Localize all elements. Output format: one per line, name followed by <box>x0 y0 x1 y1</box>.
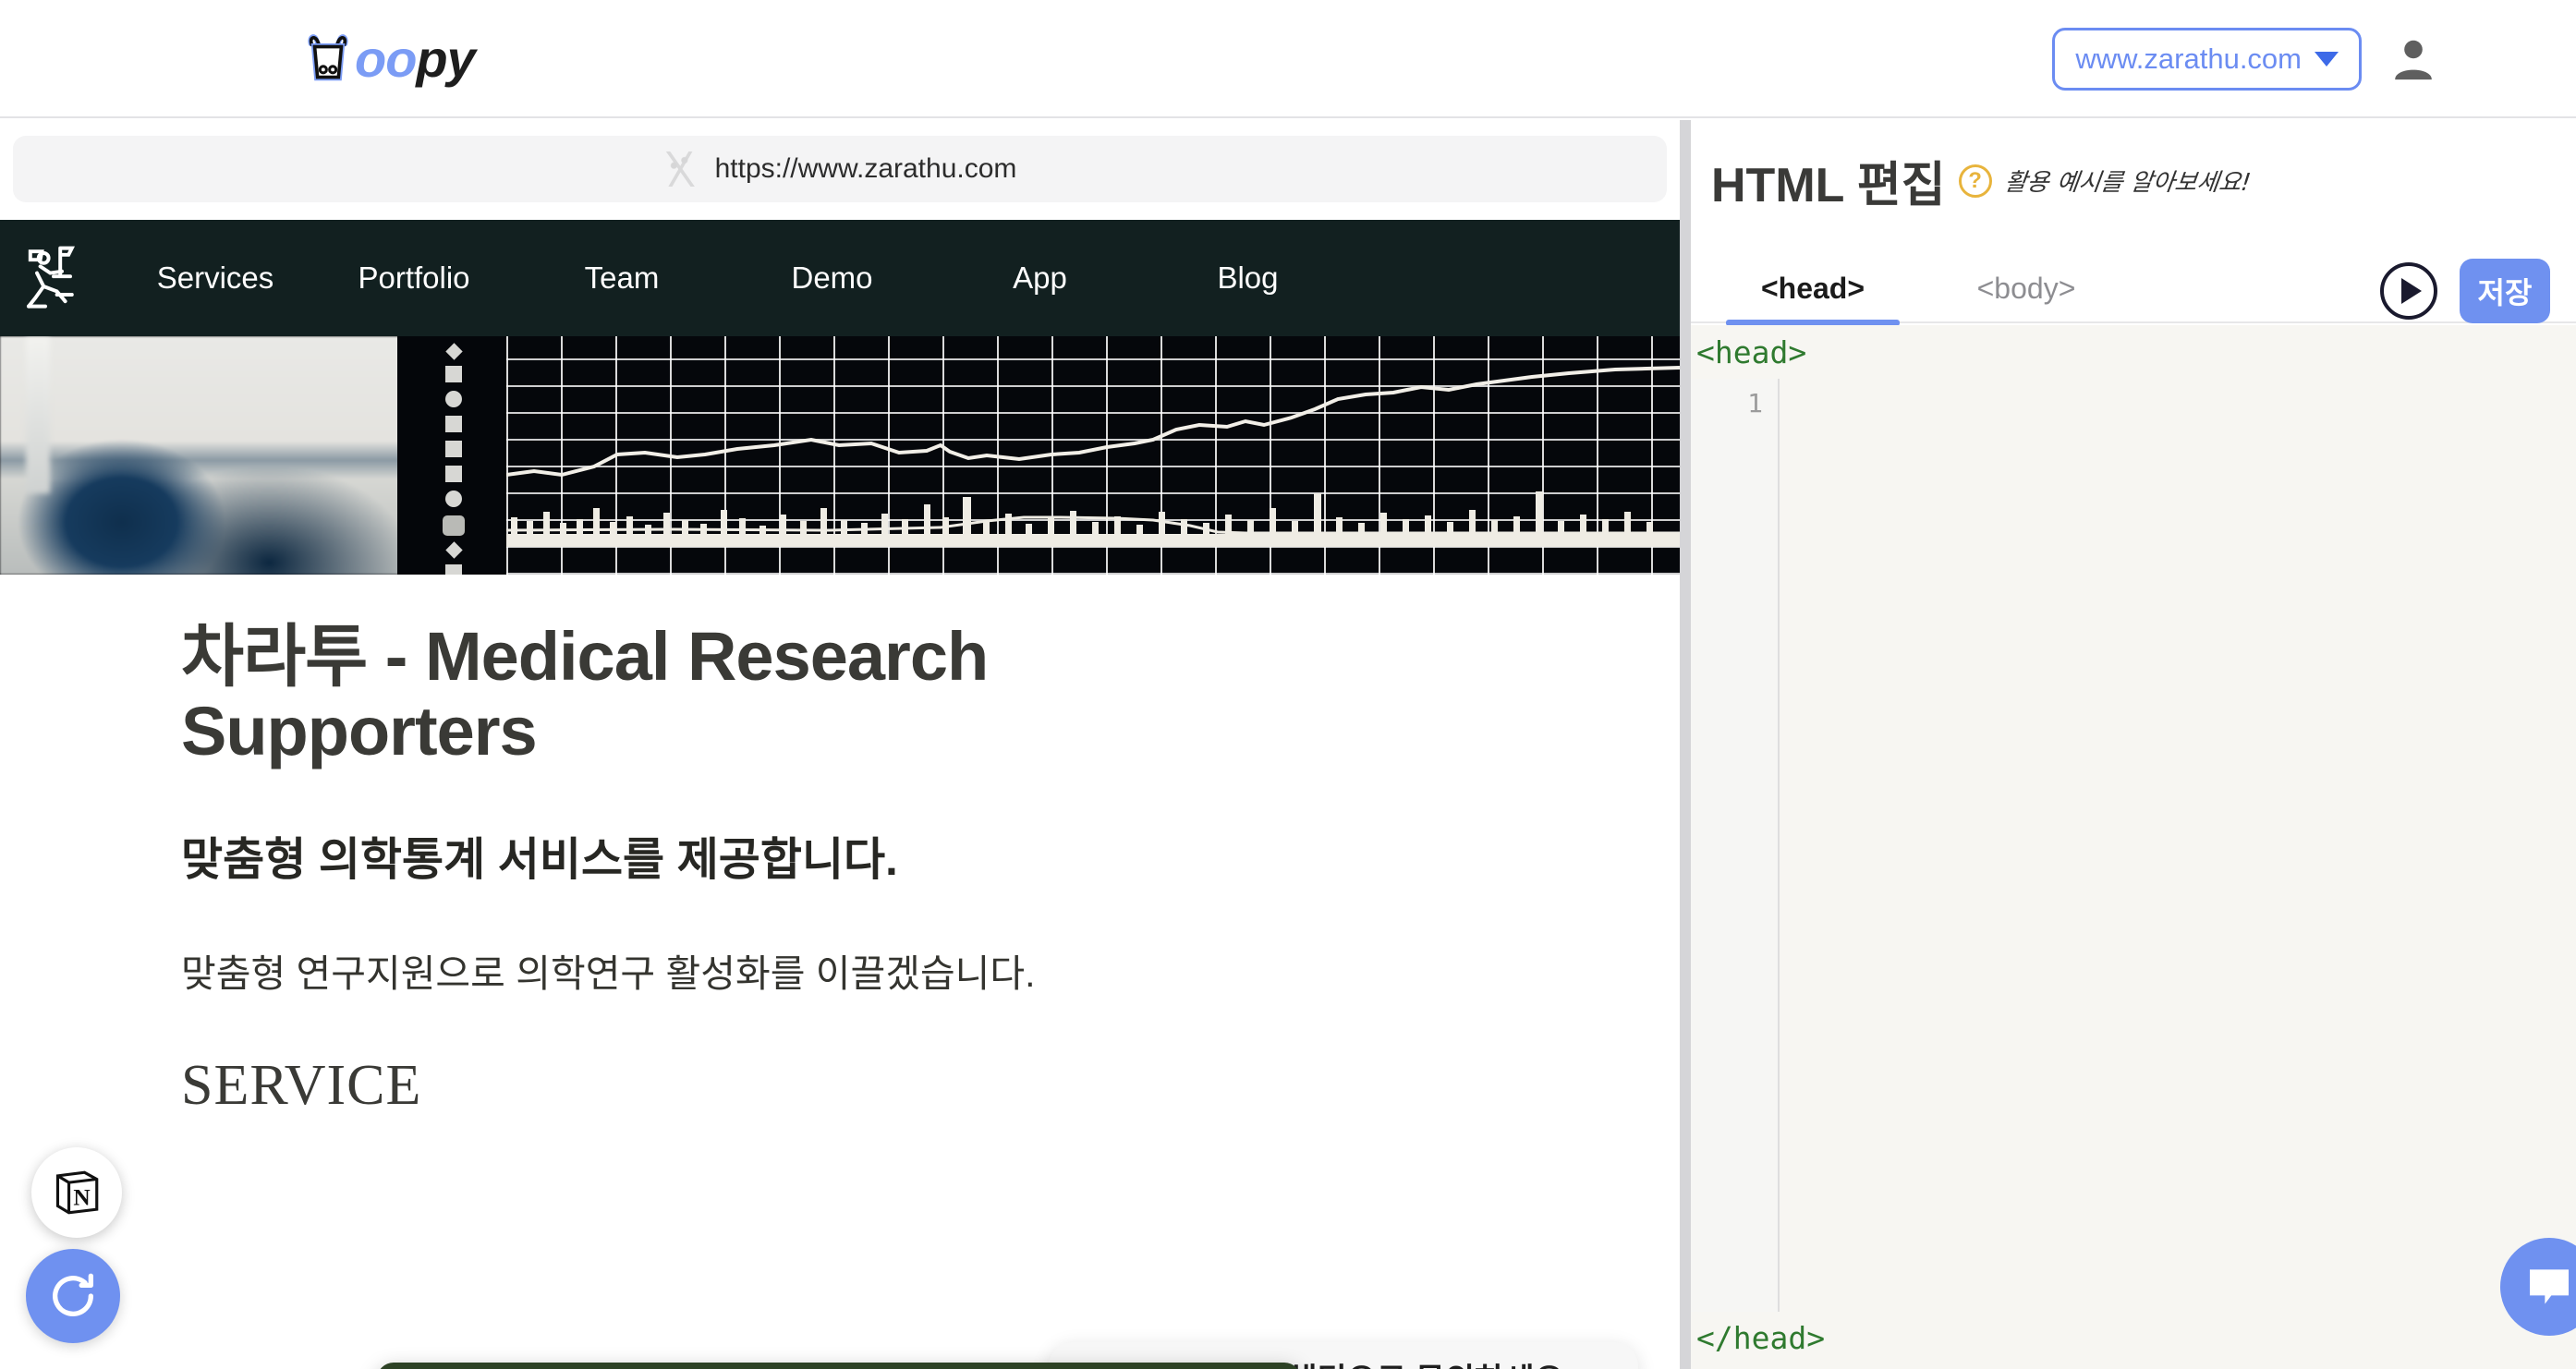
code-editor-area: <head> 1 </head> <box>1691 325 2576 1369</box>
magnet-tool-icon <box>445 416 462 432</box>
cow-head-icon <box>308 34 348 81</box>
page-paragraph: 맞춤형 연구지원으로 의학연구 활성화를 이끌겠습니다. <box>181 951 1036 995</box>
preview-url-bar[interactable]: https://www.zarathu.com <box>13 136 1667 202</box>
site-nav-portfolio[interactable]: Portfolio <box>312 260 516 296</box>
site-selector-dropdown[interactable]: www.zarathu.com <box>2052 28 2362 91</box>
hero-stock-chart <box>506 336 1680 575</box>
line-number-gutter: 1 <box>1691 379 1780 1312</box>
site-nav-app[interactable]: App <box>936 260 1144 296</box>
apply-research-support-button[interactable]: 연구지원 신청하기 <box>377 1363 1301 1369</box>
html-editor-panel: HTML 편집 ? 활용 예시를 알아보세요! <head> <body> 저장… <box>1691 120 2576 1369</box>
refresh-icon <box>53 1273 93 1316</box>
hide-tool-icon <box>443 515 465 536</box>
site-selector-value: www.zarathu.com <box>2075 42 2302 75</box>
site-navigation-bar: Services Portfolio Team Demo App Blog <box>0 220 1680 336</box>
site-nav-team[interactable]: Team <box>516 260 728 296</box>
code-open-tag: <head> <box>1696 334 1807 370</box>
help-question-icon[interactable]: ? <box>1958 164 1992 198</box>
page-subheading: 맞춤형 의학통계 서비스를 제공합니다. <box>181 834 898 885</box>
site-nav-services[interactable]: Services <box>118 260 312 296</box>
zoom-tool-icon <box>445 391 462 407</box>
notion-logo-icon: N <box>55 1170 99 1215</box>
service-section-title: SERVICE <box>181 1053 422 1117</box>
preview-main-content: 차라투 - Medical Research Supporters 맞춤형 의학… <box>0 575 1680 1119</box>
notion-floating-button[interactable]: N <box>31 1147 122 1238</box>
hero-banner-image <box>0 336 1680 575</box>
preview-url-text: https://www.zarathu.com <box>714 153 1017 184</box>
chevron-down-icon <box>2315 52 2339 67</box>
page-heading: 차라투 - Medical Research Supporters <box>181 618 989 770</box>
svg-text:N: N <box>73 1184 90 1210</box>
panel-divider[interactable] <box>1680 120 1691 1369</box>
refresh-preview-button[interactable] <box>26 1249 120 1343</box>
editor-tab-bar: <head> <body> 저장 <box>1691 249 2576 326</box>
eye-tool-icon <box>445 491 462 507</box>
editor-hint-text: 활용 예시를 알아보세요! <box>2002 169 2253 197</box>
website-preview-panel: https://www.zarathu.com Services Portfol… <box>0 120 1680 1369</box>
logo-text-blue: oo <box>355 30 417 88</box>
play-icon <box>2401 278 2422 304</box>
pencil-tool-icon <box>445 366 462 382</box>
loopy-logo[interactable]: oopy <box>298 20 476 98</box>
site-nav-demo[interactable]: Demo <box>728 260 936 296</box>
site-favicon-icon <box>662 151 699 187</box>
zarathu-runner-logo-icon[interactable] <box>20 239 87 317</box>
logo-text-dark: py <box>416 30 475 88</box>
save-button[interactable]: 저장 <box>2460 259 2550 323</box>
trash-tool-icon <box>445 564 462 575</box>
diamond-tool-icon <box>444 343 463 360</box>
site-nav-blog[interactable]: Blog <box>1144 260 1352 296</box>
run-preview-button[interactable] <box>2380 262 2437 320</box>
tab-body[interactable]: <body> <box>1938 253 2114 323</box>
code-editor-body: 1 <box>1691 379 2576 1312</box>
lock-tool-icon <box>445 466 462 482</box>
user-avatar-icon[interactable] <box>2388 33 2439 85</box>
editor-header: HTML 편집 ? 활용 예시를 알아보세요! <box>1711 146 2253 215</box>
chat-bubble-icon <box>2530 1269 2569 1304</box>
code-close-tag: </head> <box>1696 1320 1826 1356</box>
hero-chart-toolbar-icons <box>432 342 475 575</box>
tab-head[interactable]: <head> <box>1726 253 1900 323</box>
eraser-tool-icon <box>445 441 462 457</box>
editor-title: HTML 편집 <box>1711 159 1946 212</box>
app-top-bar: oopy www.zarathu.com <box>0 0 2576 118</box>
hero-blur-photo <box>0 336 434 575</box>
code-input[interactable] <box>1780 379 2576 1312</box>
